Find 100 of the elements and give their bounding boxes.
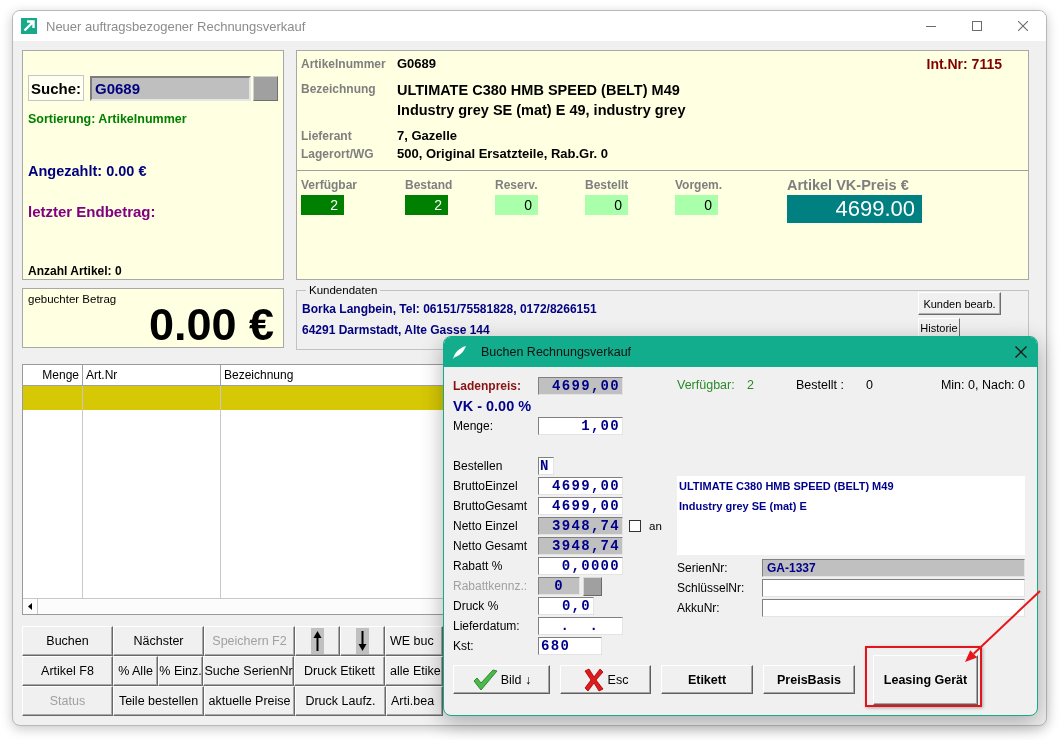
minimize-icon[interactable] — [926, 25, 936, 27]
stock-label: Vorgem. — [675, 177, 723, 193]
input-field: 0 — [538, 577, 580, 595]
price-note: VK - 0.00 % — [453, 398, 532, 414]
search-button[interactable]: Suche: — [28, 75, 84, 101]
stock-label: Verfügbar — [301, 177, 357, 193]
internal-number: Int.Nr: 7115 — [926, 55, 1002, 73]
field-label: Menge: — [453, 419, 495, 433]
stock-label: Bestellt : — [796, 378, 844, 392]
amount-label: gebuchter Betrag — [28, 292, 117, 306]
input-field: GA-1337 — [762, 559, 1025, 577]
field-label: Netto Einzel — [453, 519, 519, 533]
command-button[interactable]: alle Etike — [385, 656, 443, 686]
field-label: SchlüsselNr: — [677, 581, 746, 595]
command-button[interactable]: aktuelle Preise — [204, 686, 295, 716]
input-field: 3948,74 — [538, 537, 623, 555]
last-total-label: letzter Endbetrag: — [28, 203, 156, 221]
down-arrow-button[interactable] — [340, 626, 385, 656]
horizontal-scrollbar[interactable] — [23, 598, 443, 614]
window-title: Neuer auftragsbezogener Rechnungsverkauf — [46, 18, 306, 34]
input-field[interactable]: 0,0000 — [538, 557, 623, 575]
column-header[interactable]: Bezeichnung — [221, 365, 443, 385]
input-field[interactable]: 4699,00 — [538, 477, 623, 495]
min-order-info: Min: 0, Nach: 0 — [940, 378, 1025, 392]
input-field[interactable]: 0,0 — [538, 597, 594, 615]
command-button[interactable]: Arti.bea — [386, 686, 443, 716]
command-button[interactable]: % Alle — [113, 656, 158, 686]
stock-value: 2 — [405, 195, 448, 215]
price-label: Artikel VK-Preis € — [787, 177, 909, 193]
stock-label: Bestellt — [585, 177, 629, 193]
command-button[interactable]: Suche SerienNr — [203, 656, 294, 686]
field-value: Industry grey SE (mat) E 49, industry grey — [397, 101, 686, 120]
checkbox-label: an — [649, 520, 662, 532]
triangle-left-icon — [28, 603, 32, 610]
arrow-logo-icon — [21, 18, 37, 34]
customer-info: 64291 Darmstadt, Alte Gasse 144 — [302, 322, 490, 339]
dialog-button[interactable]: Etikett — [661, 665, 753, 694]
checkbox[interactable] — [629, 520, 641, 532]
input-field: 4699,00 — [538, 377, 623, 395]
up-arrow-button[interactable] — [295, 626, 340, 656]
item-count: Anzahl Artikel: 0 — [28, 264, 122, 278]
cross-icon — [582, 667, 605, 692]
column-header[interactable]: Art.Nr — [83, 365, 221, 385]
command-button[interactable]: Nächster — [113, 626, 204, 656]
input-field[interactable]: N — [538, 457, 554, 475]
dialog-button[interactable]: Leasing Gerät — [873, 655, 978, 705]
lookup-button[interactable] — [253, 75, 278, 101]
customer-info: Borka Langbein, Tel: 06151/75581828, 0172/8266151 — [302, 301, 597, 318]
price-value: 4699.00 — [787, 195, 922, 223]
stock-value: 0 — [585, 195, 628, 215]
sort-label: Sortierung: Artikelnummer — [28, 112, 187, 126]
command-button[interactable]: Teile bestellen — [113, 686, 204, 716]
field-label: AkkuNr: — [677, 601, 721, 615]
command-button[interactable]: WE buc — [385, 626, 443, 656]
field-value: 7, Gazelle — [397, 127, 457, 145]
field-label: SerienNr: — [677, 561, 729, 575]
close-icon[interactable] — [1015, 346, 1027, 358]
stock-value: 2 — [301, 195, 344, 215]
cancel-button[interactable]: Esc — [560, 665, 651, 694]
input-field[interactable]: 1,00 — [538, 417, 623, 435]
description-line: Industry grey SE (mat) E — [679, 499, 807, 514]
field-label: Lagerort/WG — [301, 146, 374, 163]
maximize-icon[interactable] — [972, 21, 982, 31]
group-title: Kundendaten — [306, 284, 381, 297]
field-label: Rabattkennz.: — [453, 579, 529, 593]
close-icon[interactable] — [1018, 21, 1028, 31]
column-header[interactable]: Menge — [23, 365, 83, 385]
command-button[interactable]: Buchen — [22, 626, 113, 656]
field-label: Druck % — [453, 599, 500, 613]
command-button[interactable]: Druck Laufz. — [295, 686, 386, 716]
input-field[interactable]: . . — [538, 617, 623, 635]
input-field: 3948,74 — [538, 517, 623, 535]
field-label: Bezeichnung — [301, 81, 376, 98]
leaf-icon — [452, 344, 467, 360]
field-label: BruttoEinzel — [453, 479, 519, 493]
field-label: Lieferant — [301, 128, 352, 145]
stock-value: 0 — [495, 195, 538, 215]
input-field[interactable] — [762, 579, 1025, 597]
stock-label: Bestand — [405, 177, 453, 193]
customer-button[interactable]: Kunden bearb. — [918, 292, 1001, 315]
search-field[interactable]: G0689 — [90, 75, 251, 101]
input-field[interactable] — [762, 599, 1025, 617]
stock-value: 0 — [866, 378, 873, 392]
command-button[interactable]: % Einz. — [158, 656, 203, 686]
confirm-button[interactable]: Bild ↓ — [453, 665, 550, 694]
command-button[interactable]: Druck Etikett — [294, 656, 385, 686]
field-label: Artikelnummer — [301, 56, 386, 73]
input-field[interactable]: 680 — [538, 637, 602, 655]
lookup-button[interactable] — [583, 576, 602, 596]
field-label: Ladenpreis: — [453, 379, 522, 393]
field-value: G0689 — [397, 55, 437, 73]
paid-amount: Angezahlt: 0.00 € — [28, 163, 147, 180]
field-label: Lieferdatum: — [453, 619, 521, 633]
dialog-button[interactable]: PreisBasis — [763, 665, 855, 694]
command-button[interactable]: Artikel F8 — [22, 656, 113, 686]
checkmark-icon — [471, 667, 498, 692]
stock-value: 2 — [747, 378, 754, 392]
input-field[interactable]: 4699,00 — [538, 497, 623, 515]
stock-label: Reserv. — [495, 177, 538, 193]
customer-button[interactable]: Historie — [918, 318, 960, 336]
